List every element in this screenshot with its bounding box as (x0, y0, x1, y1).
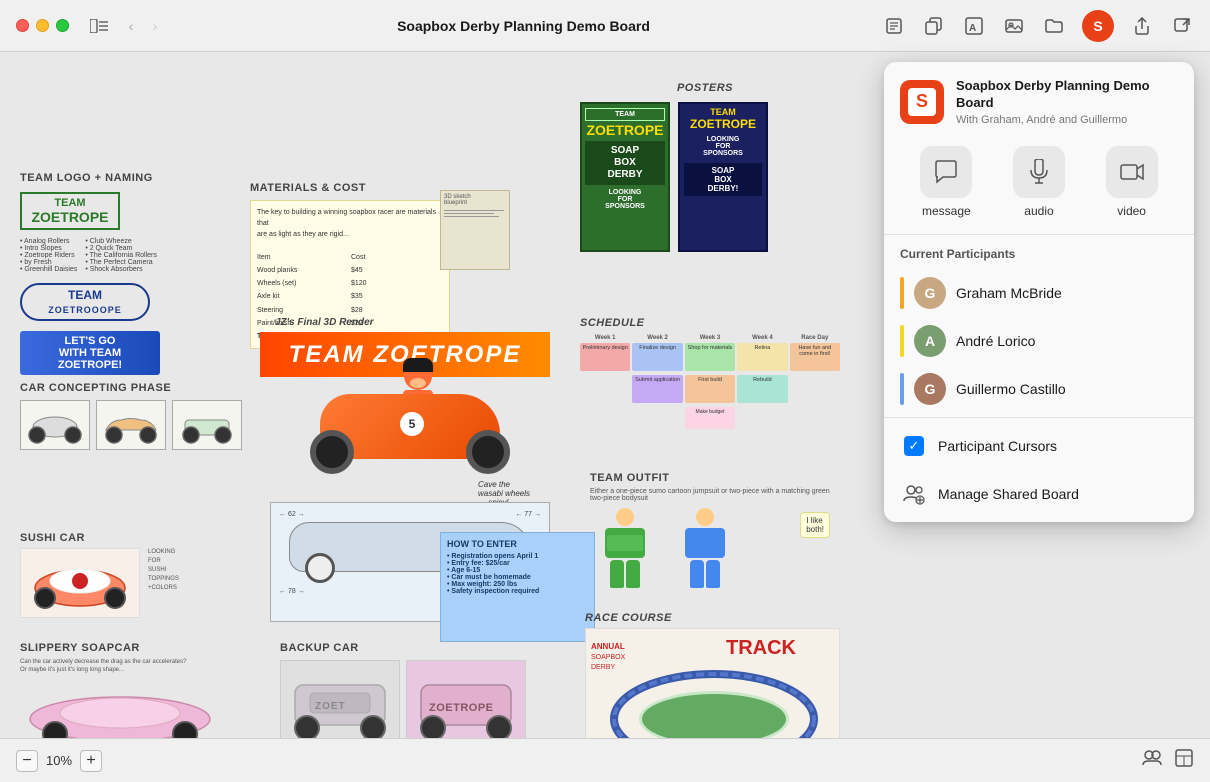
schedule-section: SCHEDULE Week 1 Week 2 Week 3 Week 4 Rac… (580, 317, 840, 457)
team-outfit-section: TEAM OUTFIT Either a one-piece sumo cart… (590, 472, 830, 602)
image-icon[interactable] (1002, 14, 1026, 38)
svg-text:TRACK: TRACK (726, 637, 797, 659)
race-course-section: RACE COURSE ANNUAL (585, 612, 850, 738)
slippery-soapcar-section: SLIPPERY SOAPCAR Can the car actively de… (20, 642, 260, 738)
participant-cursors-option[interactable]: ✓ Participant Cursors (884, 422, 1194, 470)
close-button[interactable] (16, 19, 29, 32)
zoom-out-button[interactable]: − (16, 750, 38, 772)
car-concept-section: CAR CONCEPTING PHASE (20, 382, 260, 512)
svg-text:A: A (969, 23, 976, 34)
panel-board-info: Soapbox Derby Planning Demo Board With G… (956, 78, 1178, 126)
svg-text:SOAPBOX: SOAPBOX (591, 654, 626, 661)
panel-header: S Soapbox Derby Planning Demo Board With… (884, 62, 1194, 138)
video-icon (1106, 146, 1158, 198)
share-icon[interactable] (1130, 14, 1154, 38)
panel-board-title: Soapbox Derby Planning Demo Board (956, 78, 1178, 112)
message-button[interactable]: message (920, 146, 972, 218)
backup-car-section: BACKUP CAR ZOET ZOETROPE (280, 642, 560, 738)
sushi-car-section: SUSHI CAR LOOKINGFORSUSHITOPPINGS+COLORS (20, 532, 260, 632)
traffic-lights (16, 19, 69, 32)
participant-list: G Graham McBride A André Lorico G Guille… (884, 269, 1194, 413)
participant-color-bar-andre (900, 325, 904, 357)
minimize-button[interactable] (36, 19, 49, 32)
manage-board-icon (900, 480, 928, 508)
participant-name-andre: André Lorico (956, 333, 1035, 349)
forward-arrow[interactable]: › (145, 18, 165, 34)
participant-avatar-guillermo: G (914, 373, 946, 405)
video-label: video (1117, 204, 1146, 218)
panel-actions: message audio video (884, 138, 1194, 235)
participant-name-guillermo: Guillermo Castillo (956, 381, 1066, 397)
participants-section-title: Current Participants (884, 235, 1194, 269)
panel-divider (884, 417, 1194, 418)
window-title: Soapbox Derby Planning Demo Board (177, 18, 870, 34)
participant-color-bar-graham (900, 277, 904, 309)
participant-avatar-andre: A (914, 325, 946, 357)
external-link-icon[interactable] (1170, 14, 1194, 38)
collaboration-panel: S Soapbox Derby Planning Demo Board With… (884, 62, 1194, 522)
message-icon (920, 146, 972, 198)
audio-label: audio (1024, 204, 1053, 218)
materials-section: MATERIALS & COST The key to building a w… (250, 182, 510, 302)
panel-board-subtitle: With Graham, André and Guillermo (956, 114, 1178, 126)
audio-icon (1013, 146, 1065, 198)
posters-section: POSTERS TEAM ZOETROPE SOAPBOXDERBY LOOKI… (580, 82, 830, 332)
folder-icon[interactable] (1042, 14, 1066, 38)
soapbox-car-illustration: 5 Cave thewasabi wheels— spicy! (280, 352, 540, 522)
back-arrow[interactable]: ‹ (121, 18, 141, 34)
layout-icon[interactable] (1174, 748, 1194, 773)
participant-avatar-graham: G (914, 277, 946, 309)
svg-text:ZOETROPE: ZOETROPE (429, 702, 494, 714)
participant-guillermo: G Guillermo Castillo (892, 365, 1186, 413)
copy-icon[interactable] (922, 14, 946, 38)
manage-shared-board-option[interactable]: Manage Shared Board (884, 470, 1194, 522)
user-avatar-button[interactable]: S (1082, 10, 1114, 42)
manage-shared-board-label: Manage Shared Board (938, 486, 1079, 502)
bottom-right-icons (1142, 748, 1194, 773)
message-label: message (922, 204, 971, 218)
video-button[interactable]: video (1106, 146, 1158, 218)
toolbar-icons: A S (882, 10, 1194, 42)
text-icon[interactable]: A (962, 14, 986, 38)
svg-text:ZOET: ZOET (315, 701, 346, 712)
maximize-button[interactable] (56, 19, 69, 32)
svg-text:DERBY: DERBY (591, 664, 615, 671)
participant-graham: G Graham McBride (892, 269, 1186, 317)
svg-text:ANNUAL: ANNUAL (591, 642, 625, 651)
zoom-in-button[interactable]: + (80, 750, 102, 772)
participant-name-graham: Graham McBride (956, 285, 1062, 301)
titlebar: ‹ › Soapbox Derby Planning Demo Board A (0, 0, 1210, 52)
participant-color-bar-guillermo (900, 373, 904, 405)
sidebar-toggle-icon[interactable] (89, 16, 109, 36)
zoom-level: 10% (46, 753, 72, 768)
bottombar: − 10% + (0, 738, 1210, 782)
participant-cursors-label: Participant Cursors (938, 438, 1057, 454)
zoom-control: − 10% + (16, 750, 102, 772)
team-logo-section: TEAM LOGO + NAMING TEAMZOETROPE • Analog… (20, 172, 240, 332)
render-label: JZ's Final 3D Render (275, 317, 374, 328)
panel-board-icon: S (900, 80, 944, 124)
audio-button[interactable]: audio (1013, 146, 1065, 218)
collaborators-icon[interactable] (1142, 748, 1162, 773)
participant-cursors-icon: ✓ (900, 432, 928, 460)
checkbox-checked-icon: ✓ (904, 436, 924, 456)
nav-arrows: ‹ › (121, 18, 165, 34)
participant-andre: A André Lorico (892, 317, 1186, 365)
notes-icon[interactable] (882, 14, 906, 38)
panel-board-icon-inner: S (908, 88, 936, 116)
how-to-enter-section: HOW TO ENTER • Registration opens April … (440, 532, 595, 642)
